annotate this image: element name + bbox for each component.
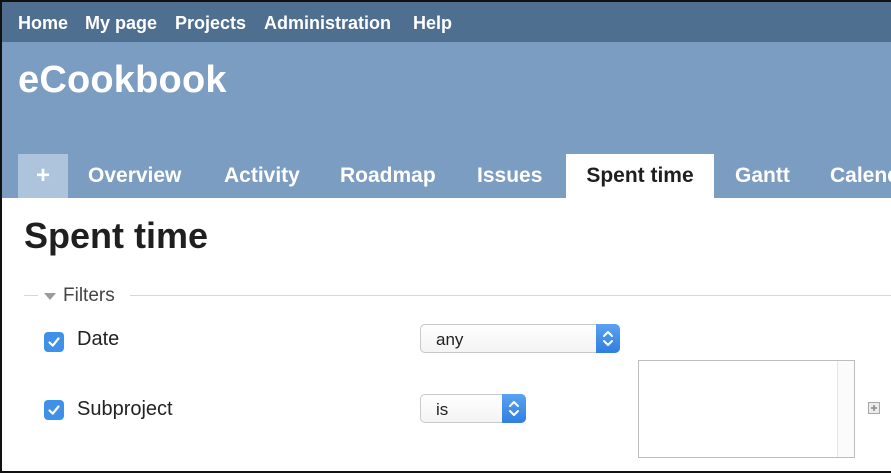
tab-overview[interactable]: Overview <box>88 154 181 198</box>
plus-icon <box>871 405 877 411</box>
app-frame: Home My page Projects Administration Hel… <box>0 0 891 473</box>
top-menu-administration[interactable]: Administration <box>264 13 391 34</box>
date-filter-checkbox[interactable] <box>44 332 64 352</box>
tab-spent-time[interactable]: Spent time <box>566 154 714 198</box>
tab-roadmap[interactable]: Roadmap <box>340 154 436 198</box>
subproject-operator-select[interactable]: is <box>420 394 526 423</box>
filters-divider <box>130 295 891 296</box>
date-operator-select[interactable]: any <box>420 324 620 353</box>
top-menu-my-page[interactable]: My page <box>85 13 157 34</box>
date-filter-label: Date <box>77 328 120 350</box>
project-header: eCookbook + Overview Activity Roadmap Is… <box>2 42 891 198</box>
page-title: Spent time <box>24 215 209 256</box>
tab-issues[interactable]: Issues <box>477 154 542 198</box>
filters-divider <box>24 295 38 296</box>
top-menu-home[interactable]: Home <box>18 13 68 34</box>
top-menu: Home My page Projects Administration Hel… <box>2 2 891 42</box>
subproject-filter-checkbox[interactable] <box>44 400 64 420</box>
tab-gantt[interactable]: Gantt <box>735 154 790 198</box>
filters-toggle[interactable]: Filters <box>44 285 128 307</box>
subproject-filter-label: Subproject <box>77 398 173 420</box>
top-menu-projects[interactable]: Projects <box>175 13 246 34</box>
date-operator-value: any <box>436 330 464 349</box>
tab-calendar[interactable]: Calendar <box>830 154 891 198</box>
check-icon <box>48 405 60 415</box>
filters-legend: Filters <box>63 285 115 306</box>
values-list-scrollbar[interactable] <box>837 361 854 457</box>
tab-activity[interactable]: Activity <box>224 154 300 198</box>
top-menu-help[interactable]: Help <box>413 13 452 34</box>
toggle-multi-select-button[interactable] <box>868 402 880 414</box>
triangle-down-icon <box>44 293 56 300</box>
check-icon <box>48 337 60 347</box>
up-down-chevron-icon <box>596 324 620 353</box>
up-down-chevron-icon <box>502 394 526 423</box>
subproject-values-list[interactable] <box>638 360 855 458</box>
subproject-operator-value: is <box>436 400 449 419</box>
project-title: eCookbook <box>18 59 227 101</box>
tab-new[interactable]: + <box>18 154 68 198</box>
